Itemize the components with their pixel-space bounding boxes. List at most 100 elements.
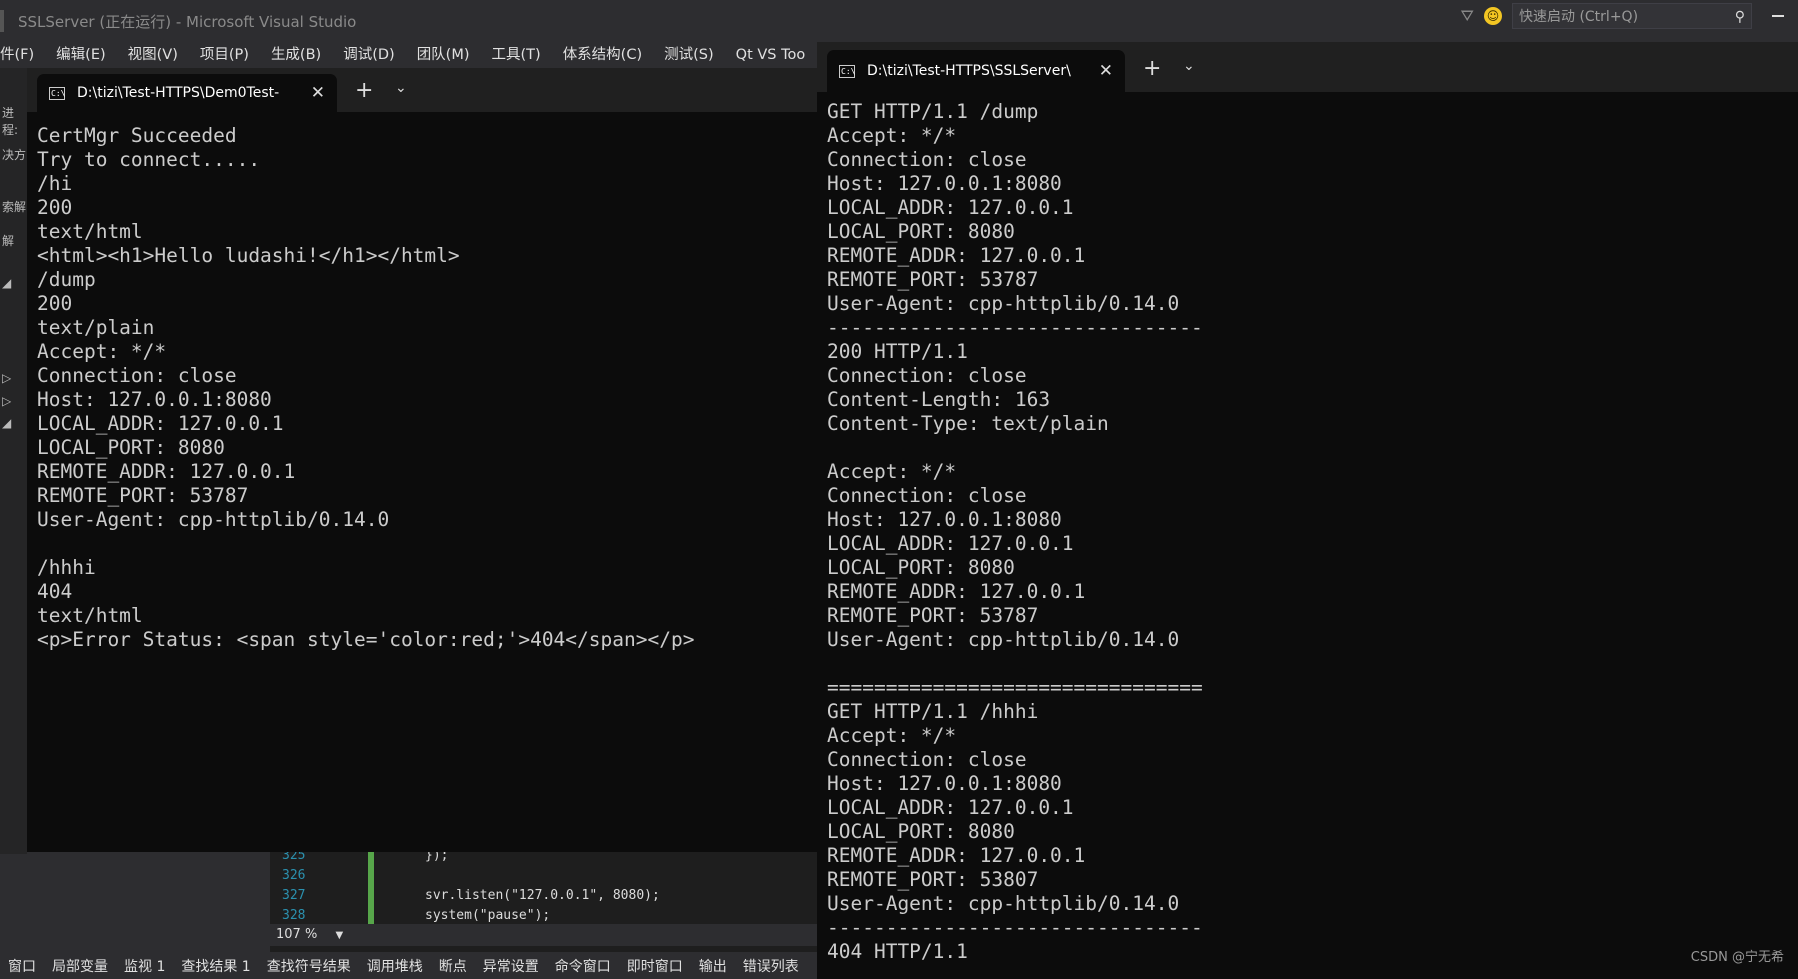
menu-debug[interactable]: 调试(D) — [332, 42, 405, 68]
menu-file[interactable]: 件(F) — [0, 42, 45, 68]
terminal-tab-title: D:\tizi\Test-HTTPS\SSLServer\ — [867, 63, 1071, 79]
tab-breakpoints[interactable]: 断点 — [431, 956, 475, 976]
terminal-line: Connection: close — [827, 484, 1027, 507]
terminal-line: <html><h1>Hello ludashi!</h1></html> — [37, 244, 460, 267]
terminal-line: LOCAL_ADDR: 127.0.0.1 — [37, 412, 284, 435]
terminal-line: LOCAL_PORT: 8080 — [827, 820, 1015, 843]
terminal-line: REMOTE_ADDR: 127.0.0.1 — [827, 244, 1086, 267]
terminal-line: 200 — [37, 196, 73, 219]
minimize-icon[interactable] — [1772, 15, 1784, 17]
terminal-line: Connection: close — [827, 148, 1027, 171]
search-icon[interactable]: ⚲ — [1735, 4, 1745, 30]
terminal-line: User-Agent: cpp-httplib/0.14.0 — [37, 508, 390, 531]
tab-window[interactable]: 窗口 — [0, 956, 44, 976]
terminal-line: -------------------------------- — [827, 316, 1203, 339]
terminal-line: User-Agent: cpp-httplib/0.14.0 — [827, 892, 1180, 915]
tree-collapse-icon[interactable]: ▷ — [2, 371, 11, 385]
terminal-line: CertMgr Succeeded — [37, 124, 237, 147]
feedback-smiley-icon[interactable]: ☺ — [1484, 7, 1502, 25]
terminal-line: LOCAL_ADDR: 127.0.0.1 — [827, 196, 1074, 219]
terminal-line: LOCAL_ADDR: 127.0.0.1 — [827, 532, 1074, 555]
terminal-line: text/html — [37, 604, 143, 627]
chevron-down-icon[interactable]: ▼ — [335, 930, 343, 941]
chevron-down-icon[interactable]: ⌄ — [1183, 58, 1195, 74]
terminal-line: REMOTE_PORT: 53787 — [37, 484, 249, 507]
client-terminal-window[interactable]: C:\ D:\tizi\Test-HTTPS\Dem0Test- ✕ + ⌄ C… — [27, 68, 817, 852]
code-line: system("pause"); — [425, 908, 551, 923]
terminal-line: Host: 127.0.0.1:8080 — [37, 388, 272, 411]
menu-project[interactable]: 项目(P) — [189, 42, 260, 68]
vs-left-pane: 进程: 决方 索解 解 ◢ ▷ ▷ ◢ — [0, 68, 27, 854]
terminal-line: Accept: */* — [827, 124, 957, 147]
tab-command-window[interactable]: 命令窗口 — [547, 956, 619, 976]
terminal-line: LOCAL_PORT: 8080 — [827, 556, 1015, 579]
terminal-line: GET HTTP/1.1 /dump — [827, 100, 1039, 123]
title-right-controls: ⛛ ☺ 快速启动 (Ctrl+Q) ⚲ — [1461, 0, 1798, 32]
terminal-line: Connection: close — [37, 364, 237, 387]
new-tab-icon[interactable]: + — [1143, 56, 1161, 81]
close-icon[interactable]: ✕ — [311, 83, 325, 103]
tab-locals[interactable]: 局部变量 — [44, 956, 116, 976]
tab-immediate-window[interactable]: 即时窗口 — [619, 956, 691, 976]
quick-launch-input[interactable]: 快速启动 (Ctrl+Q) ⚲ — [1512, 3, 1752, 29]
tree-expand-icon[interactable]: ◢ — [2, 276, 11, 290]
terminal-line: LOCAL_ADDR: 127.0.0.1 — [827, 796, 1074, 819]
tree-expand-icon[interactable]: ◢ — [2, 416, 11, 430]
terminal-line: 200 — [37, 292, 73, 315]
terminal-line: text/plain — [37, 316, 155, 339]
terminal-line: Try to connect..... — [37, 148, 261, 171]
menu-qt-vs-tools[interactable]: Qt VS Too — [725, 42, 817, 68]
terminal-line: LOCAL_PORT: 8080 — [37, 436, 225, 459]
terminal-line: ================================ — [827, 676, 1203, 699]
menu-build[interactable]: 生成(B) — [260, 42, 332, 68]
terminal-line: Accept: */* — [37, 340, 167, 363]
filter-icon[interactable]: ⛛ — [1461, 6, 1474, 26]
new-tab-icon[interactable]: + — [355, 78, 373, 103]
tab-output[interactable]: 输出 — [691, 956, 735, 976]
terminal-tab[interactable]: C:\ D:\tizi\Test-HTTPS\Dem0Test- ✕ — [37, 74, 337, 112]
menu-team[interactable]: 团队(M) — [406, 42, 481, 68]
tab-watch-1[interactable]: 监视 1 — [116, 956, 173, 976]
menu-test[interactable]: 测试(S) — [653, 42, 725, 68]
terminal-tab[interactable]: C:\ D:\tizi\Test-HTTPS\SSLServer\ ✕ — [827, 50, 1125, 92]
terminal-output: CertMgr Succeeded Try to connect...../hi 2… — [37, 124, 817, 652]
terminal-line: /hi — [37, 172, 73, 195]
code-line: svr.listen("127.0.0.1", 8080); — [425, 888, 660, 903]
terminal-line: REMOTE_PORT: 53787 — [827, 604, 1039, 627]
menu-architecture[interactable]: 体系结构(C) — [552, 42, 653, 68]
zoom-control[interactable]: 107 % ▼ — [270, 924, 820, 946]
left-fragment-process: 进程: — [2, 106, 19, 137]
terminal-output: GET HTTP/1.1 /dump Accept: */* Connection:… — [827, 100, 1798, 964]
tree-collapse-icon[interactable]: ▷ — [2, 394, 11, 408]
close-icon[interactable]: ✕ — [1099, 61, 1113, 81]
terminal-line: Host: 127.0.0.1:8080 — [827, 508, 1062, 531]
csdn-watermark: CSDN @宁无希 — [1690, 950, 1784, 965]
menu-view[interactable]: 视图(V) — [117, 42, 189, 68]
tab-find-symbol-results[interactable]: 查找符号结果 — [259, 956, 359, 976]
console-icon: C:\ — [839, 64, 856, 78]
server-terminal-window[interactable]: C:\ D:\tizi\Test-HTTPS\SSLServer\ ✕ + ⌄ … — [817, 42, 1798, 979]
line-number: 327 — [282, 888, 306, 903]
tab-error-list[interactable]: 错误列表 — [735, 956, 807, 976]
terminal-tab-bar: C:\ D:\tizi\Test-HTTPS\Dem0Test- ✕ + ⌄ — [27, 68, 817, 112]
left-fragment-solution: 决方 — [2, 148, 27, 162]
terminal-line: 404 — [37, 580, 73, 603]
quick-launch-placeholder: 快速启动 (Ctrl+Q) — [1519, 9, 1639, 25]
tab-call-stack[interactable]: 调用堆栈 — [359, 956, 431, 976]
tab-exception-settings[interactable]: 异常设置 — [475, 956, 547, 976]
terminal-line: LOCAL_PORT: 8080 — [827, 220, 1015, 243]
terminal-tab-bar: C:\ D:\tizi\Test-HTTPS\SSLServer\ ✕ + ⌄ — [817, 42, 1798, 92]
terminal-line: Connection: close — [827, 364, 1027, 387]
tab-find-results-1[interactable]: 查找结果 1 — [173, 956, 258, 976]
chevron-down-icon[interactable]: ⌄ — [395, 80, 407, 96]
left-fragment-search: 索解 — [2, 200, 27, 214]
terminal-line: <p>Error Status: <span style='color:red;… — [37, 628, 695, 651]
line-number: 326 — [282, 868, 306, 883]
menu-tools[interactable]: 工具(T) — [481, 42, 552, 68]
vs-window-title: SSLServer (正在运行) - Microsoft Visual Stud… — [18, 13, 357, 31]
menu-edit[interactable]: 编辑(E) — [45, 42, 116, 68]
terminal-line: 200 HTTP/1.1 — [827, 340, 968, 363]
terminal-line: Host: 127.0.0.1:8080 — [827, 772, 1062, 795]
terminal-line: REMOTE_PORT: 53807 — [827, 868, 1039, 891]
